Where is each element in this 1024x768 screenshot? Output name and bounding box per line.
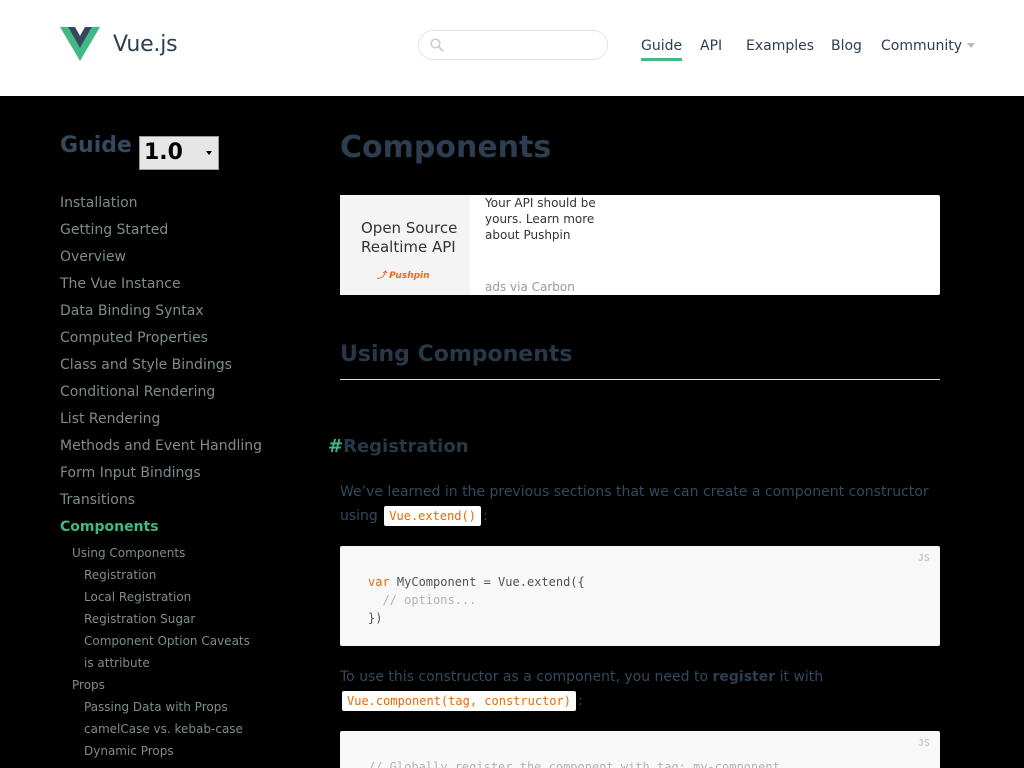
ad-image-line1: Open Source	[361, 219, 458, 237]
chevron-down-icon	[206, 151, 212, 155]
site-header: Vue.js Guide API Examples Blog Community	[0, 0, 1024, 96]
ad-image-line2: Realtime API	[361, 238, 456, 256]
section-heading: Using Components	[340, 342, 940, 380]
subsection-heading: #Registration	[328, 436, 469, 457]
sidebar-item-form-input[interactable]: Form Input Bindings	[60, 463, 262, 490]
paragraph-end: :	[482, 508, 488, 524]
inline-code: Vue.component(tag, constructor)	[342, 691, 576, 711]
code-comment: // options...	[368, 593, 477, 607]
sidebar-item-transitions[interactable]: Transitions	[60, 490, 262, 517]
code-content: // Globally register the component with …	[368, 758, 780, 768]
nav-api[interactable]: API	[700, 37, 722, 55]
ad-image[interactable]: Open Source Realtime API ⤴ Pushpin	[340, 195, 470, 295]
code-lang-label: JS	[917, 553, 930, 564]
submenu-item[interactable]: Props	[60, 671, 250, 693]
pushpin-logo-icon: ⤴	[377, 271, 387, 281]
anchor-link[interactable]: #	[328, 436, 343, 457]
submenu-item[interactable]: Using Components	[60, 539, 250, 561]
nav-community[interactable]: Community	[881, 37, 976, 55]
sidebar-title: Guide	[60, 133, 132, 158]
sidebar-item-class-style[interactable]: Class and Style Bindings	[60, 355, 262, 382]
bold-text: register	[712, 669, 776, 685]
code-content: var MyComponent = Vue.extend({ // option…	[368, 573, 585, 627]
submenu-item[interactable]: Passing Data with Props	[60, 693, 250, 715]
sidebar: Guide 1.0 Installation Getting Started O…	[60, 96, 310, 768]
nav-blog[interactable]: Blog	[831, 37, 862, 55]
submenu-item[interactable]: Dynamic Props	[60, 737, 250, 759]
sidebar-item-data-binding[interactable]: Data Binding Syntax	[60, 301, 262, 328]
inline-code: Vue.extend()	[384, 506, 481, 526]
sidebar-item-conditional[interactable]: Conditional Rendering	[60, 382, 262, 409]
nav-community-label: Community	[881, 38, 963, 54]
code-line: MyComponent = Vue.extend({	[389, 575, 585, 589]
nav-guide[interactable]: Guide	[641, 37, 683, 61]
paragraph: We’ve learned in the previous sections t…	[340, 480, 940, 528]
code-block: JS var MyComponent = Vue.extend({ // opt…	[340, 546, 940, 646]
version-select[interactable]: 1.0	[139, 136, 219, 170]
chevron-down-icon	[967, 43, 976, 48]
sidebar-submenu: Using Components Registration Local Regi…	[60, 539, 250, 759]
code-block: JS // Globally register the component wi…	[340, 731, 940, 768]
subsection-heading-text: Registration	[343, 436, 469, 457]
nav-examples[interactable]: Examples	[746, 37, 814, 55]
page-title: Components	[340, 130, 552, 165]
version-value: 1.0	[144, 140, 183, 165]
ad-via[interactable]: ads via Carbon	[485, 280, 575, 294]
carbon-ad[interactable]: Open Source Realtime API ⤴ Pushpin Your A…	[340, 195, 940, 295]
submenu-item[interactable]: Component Option Caveats	[60, 627, 250, 649]
ad-text[interactable]: Your API should be yours. Learn more abo…	[485, 195, 615, 243]
sidebar-item-computed[interactable]: Computed Properties	[60, 328, 262, 355]
sidebar-item-getting-started[interactable]: Getting Started	[60, 220, 262, 247]
sidebar-menu: Installation Getting Started Overview Th…	[60, 193, 262, 544]
submenu-item[interactable]: Registration	[60, 561, 250, 583]
sidebar-item-vue-instance[interactable]: The Vue Instance	[60, 274, 262, 301]
paragraph-end: :	[577, 693, 583, 709]
top-nav: Guide API Examples Blog Community	[0, 37, 1024, 67]
paragraph-text: it with	[779, 669, 824, 685]
code-line: })	[368, 611, 383, 625]
ad-image-brand: Pushpin	[389, 271, 430, 281]
submenu-item[interactable]: Registration Sugar	[60, 605, 250, 627]
submenu-item[interactable]: camelCase vs. kebab-case	[60, 715, 250, 737]
sidebar-item-methods-events[interactable]: Methods and Event Handling	[60, 436, 262, 463]
code-lang-label: JS	[917, 738, 930, 749]
code-keyword: var	[368, 575, 390, 589]
code-comment: // Globally register the component with …	[368, 760, 780, 768]
main-content: Components Open Source Realtime API ⤴ Pus…	[328, 96, 940, 768]
sidebar-item-list-rendering[interactable]: List Rendering	[60, 409, 262, 436]
submenu-item[interactable]: Local Registration	[60, 583, 250, 605]
paragraph-text: To use this constructor as a component, …	[340, 669, 709, 685]
sidebar-item-overview[interactable]: Overview	[60, 247, 262, 274]
submenu-item[interactable]: is attribute	[60, 649, 250, 671]
paragraph: To use this constructor as a component, …	[340, 665, 940, 713]
sidebar-item-installation[interactable]: Installation	[60, 193, 262, 220]
